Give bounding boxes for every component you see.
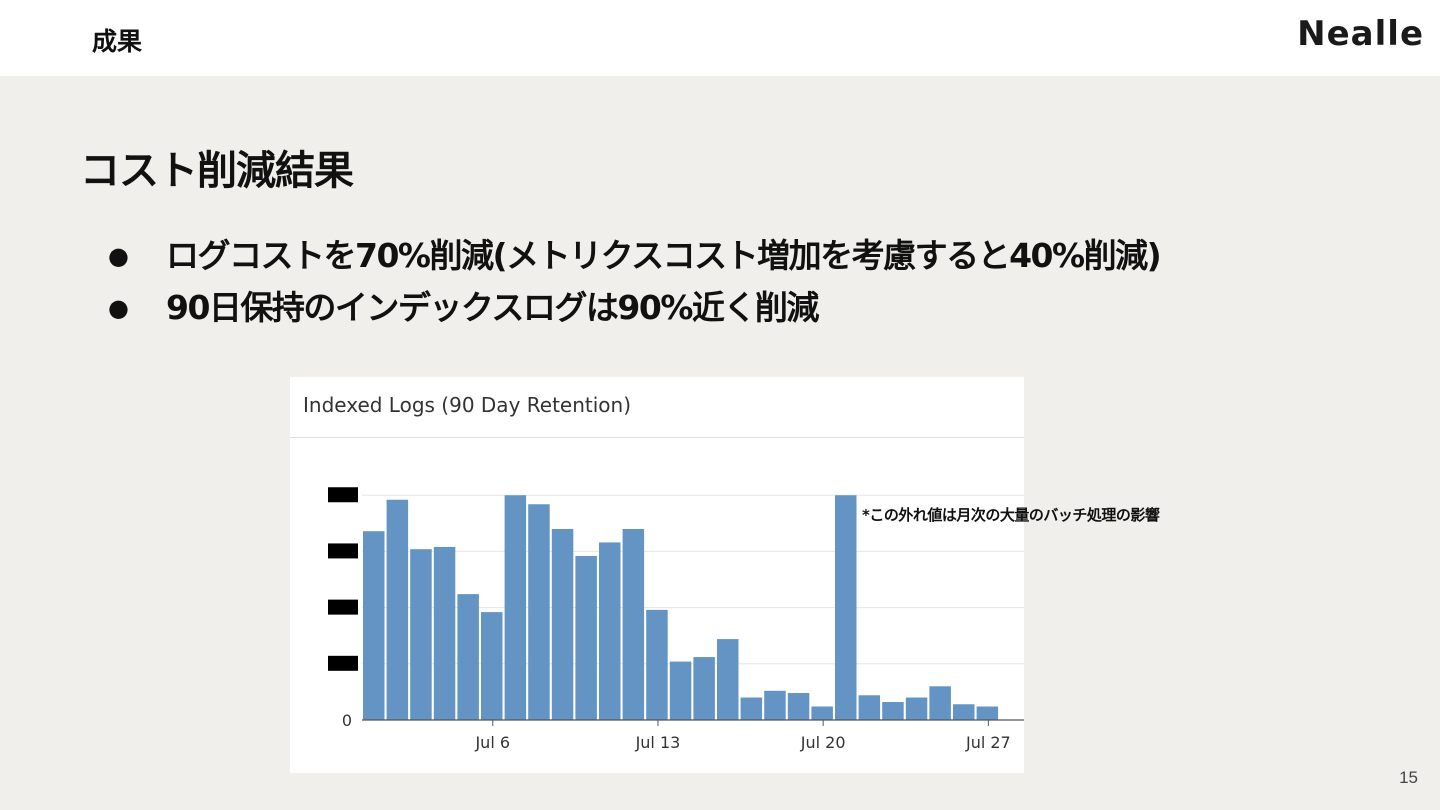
bar: [386, 499, 409, 720]
bar: [457, 594, 479, 720]
bar: [835, 495, 857, 720]
bar: [363, 531, 385, 720]
bullet-dot-icon: ●: [108, 294, 129, 322]
header-bar: 成果 Nealle: [0, 0, 1440, 76]
bar: [693, 657, 715, 720]
bar: [787, 693, 810, 720]
bullet-list: ● ログコストを70%削減(メトリクスコスト増加を考慮すると40%削減) ● 90日…: [104, 230, 1162, 334]
brand-logo: Nealle: [1297, 14, 1424, 54]
bar: [528, 504, 550, 720]
y-tick-label: 0: [342, 711, 352, 730]
bar: [622, 528, 645, 720]
bar: [646, 609, 668, 720]
bullet-text: ログコストを70%削減(メトリクスコスト増加を考慮すると40%削減): [166, 236, 1162, 275]
bar: [882, 702, 904, 720]
bar: [575, 555, 597, 720]
x-tick-label: Jul 6: [474, 733, 510, 752]
bullet-item: ● ログコストを70%削減(メトリクスコスト増加を考慮すると40%削減): [104, 230, 1162, 282]
x-tick-label: Jul 13: [635, 733, 681, 752]
chart-card: Indexed Logs (90 Day Retention) 0 Jul 6 Ju…: [290, 377, 1024, 773]
bar: [551, 528, 574, 720]
bar: [976, 706, 999, 720]
x-tick-label: Jul 27: [965, 733, 1011, 752]
bar: [717, 639, 739, 720]
bar: [669, 661, 692, 720]
bar: [764, 690, 786, 720]
page-number: 15: [1399, 768, 1418, 787]
bullet-item: ● 90日保持のインデックスログは90%近く削減: [104, 282, 1160, 334]
section-label: 成果: [92, 27, 143, 56]
redacted-y-tick-label: [328, 543, 358, 559]
bar: [811, 706, 833, 720]
bar: [953, 704, 975, 720]
x-tick-label: Jul 20: [800, 733, 846, 752]
bullet-dot-icon: ●: [108, 242, 129, 270]
bar: [433, 546, 456, 720]
bullet-text: 90日保持のインデックスログは90%近く削減: [166, 288, 819, 327]
bar: [929, 686, 951, 720]
bar: [905, 697, 928, 720]
redacted-y-tick-label: [328, 599, 358, 615]
bar: [599, 542, 621, 720]
bar: [410, 549, 432, 720]
redacted-y-tick-label: [328, 655, 358, 671]
slide-title: コスト削減結果: [80, 148, 354, 194]
redacted-y-tick-label: [328, 487, 358, 503]
bar: [858, 695, 881, 720]
bar-chart: 0 Jul 6 Jul 13 Jul 20 Jul 27: [328, 487, 1024, 752]
bar: [481, 612, 503, 720]
bar: [740, 697, 763, 720]
bar: [504, 495, 527, 720]
outlier-annotation: *この外れ値は月次の大量のバッチ処理の影響: [862, 506, 1160, 524]
